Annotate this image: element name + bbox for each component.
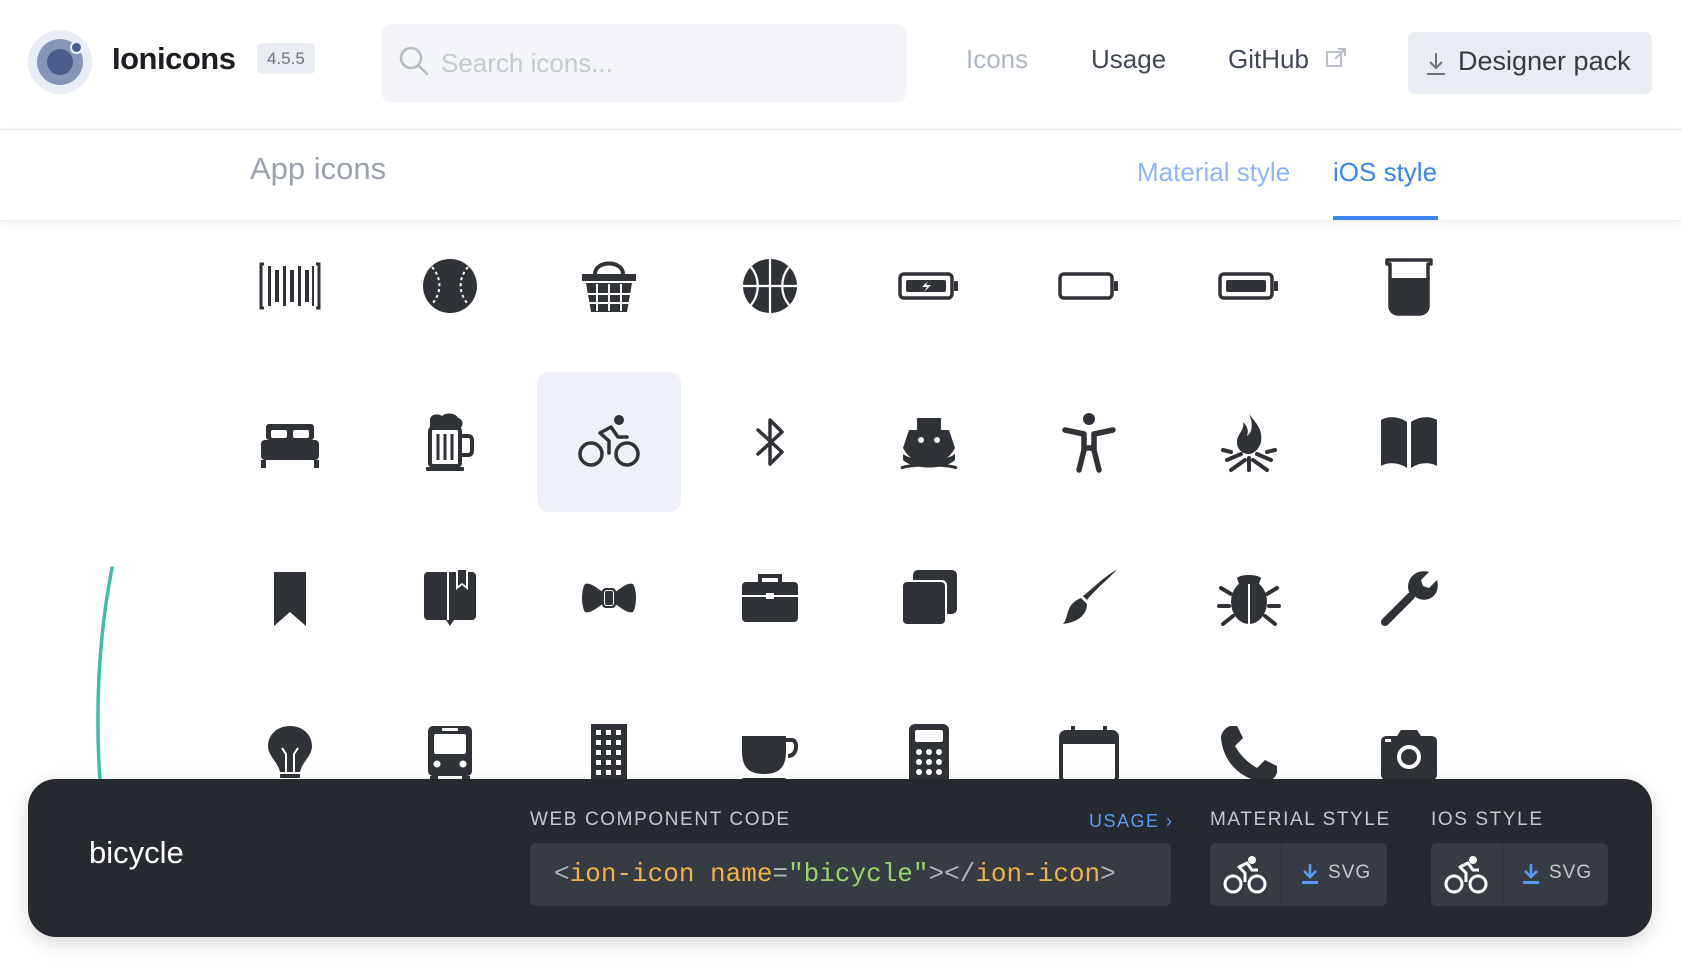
designer-pack-button[interactable]: Designer pack	[1408, 32, 1652, 94]
material-svg-download-button[interactable]: SVG	[1281, 843, 1387, 906]
top-header: Ionicons 4.5.5 Search icons... Icons Usa…	[0, 0, 1682, 130]
battery-charging-icon	[898, 272, 958, 300]
battery-full-icon	[1218, 272, 1278, 300]
bookmarks-icon	[424, 570, 476, 626]
basket-icon	[582, 261, 636, 312]
search-input[interactable]: Search icons...	[381, 24, 907, 102]
grid-cell-barcode[interactable]	[218, 216, 362, 356]
barcode-icon	[259, 262, 321, 310]
boat-icon	[900, 418, 958, 470]
beaker-icon	[1385, 258, 1433, 316]
code-mid: ></	[928, 859, 976, 889]
section-title: App icons	[250, 151, 387, 186]
usage-link[interactable]: USAGE ›	[1089, 811, 1174, 832]
bluetooth-icon	[756, 418, 784, 466]
code-attr: name	[710, 859, 773, 889]
ios-icon-button[interactable]	[1431, 843, 1502, 906]
grid-cell-bug[interactable]	[1177, 528, 1321, 668]
grid-cell-bookmarks[interactable]	[378, 528, 522, 668]
call-icon	[1221, 726, 1277, 782]
tab-ios-style[interactable]: iOS style	[1333, 157, 1437, 188]
grid-cell-build[interactable]	[1337, 528, 1481, 668]
brand-name[interactable]: Ionicons	[112, 41, 236, 77]
material-style-caption: MATERIAL STYLE	[1210, 809, 1391, 830]
nav-github-link[interactable]: GitHub	[1228, 44, 1309, 75]
grid-cell-book[interactable]	[1337, 372, 1481, 512]
book-icon	[1381, 417, 1437, 468]
code-eq: =	[772, 859, 789, 889]
external-link-icon	[1326, 48, 1346, 67]
designer-pack-label: Designer pack	[1458, 46, 1631, 76]
code-close: >	[1100, 859, 1116, 889]
code-caption: WEB COMPONENT CODE	[530, 809, 791, 830]
grid-cell-briefcase[interactable]	[698, 528, 842, 668]
ionicons-logo-icon[interactable]	[28, 30, 92, 94]
version-badge: 4.5.5	[257, 43, 315, 74]
grid-cell-bowtie[interactable]	[537, 528, 681, 668]
battery-dead-icon	[1058, 272, 1118, 300]
grid-cell-brush[interactable]	[1017, 528, 1161, 668]
nav-usage-link[interactable]: Usage	[1091, 44, 1166, 75]
cafe-icon	[742, 736, 799, 782]
grid-cell-basketball[interactable]	[698, 216, 842, 356]
brush-icon	[1063, 570, 1117, 624]
section-header: App icons Material style iOS style	[0, 130, 1682, 221]
download-icon	[1302, 864, 1318, 884]
business-icon	[591, 724, 627, 784]
code-open: <	[554, 859, 570, 889]
calculator-icon	[909, 724, 949, 784]
code-close-tag: ion-icon	[975, 859, 1101, 889]
beer-icon	[426, 413, 474, 471]
bug-icon	[1217, 575, 1281, 626]
grid-cell-boat[interactable]	[857, 372, 1001, 512]
grid-cell-battery-full[interactable]	[1177, 216, 1321, 356]
bowtie-icon	[582, 583, 636, 613]
download-icon	[1523, 864, 1539, 884]
grid-cell-basket[interactable]	[537, 216, 681, 356]
bicycle-icon	[1223, 856, 1267, 894]
svg-label: SVG	[1549, 862, 1593, 883]
grid-cell-beer[interactable]	[378, 372, 522, 512]
ios-style-caption: IOS STYLE	[1431, 809, 1544, 830]
bonfire-icon	[1221, 414, 1277, 472]
tab-material-style[interactable]: Material style	[1137, 157, 1290, 188]
bus-icon	[428, 726, 472, 782]
grid-cell-bookmark[interactable]	[218, 528, 362, 668]
code-snippet[interactable]: <ion-icon name="bicycle"></ion-icon>	[530, 843, 1171, 906]
grid-cell-bicycle[interactable]	[537, 372, 681, 512]
body-icon	[1062, 413, 1116, 473]
search-placeholder: Search icons...	[441, 48, 613, 78]
grid-cell-browsers[interactable]	[857, 528, 1001, 668]
bookmark-icon	[274, 572, 306, 626]
code-value: "bicycle"	[788, 859, 929, 889]
nav-icons-link[interactable]: Icons	[966, 44, 1028, 75]
grid-cell-bed[interactable]	[218, 372, 362, 512]
search-icon	[399, 46, 429, 76]
calendar-icon	[1059, 726, 1119, 784]
bicycle-icon	[1444, 856, 1488, 894]
browsers-icon	[901, 570, 957, 626]
grid-cell-bluetooth[interactable]	[698, 372, 842, 512]
grid-cell-baseball[interactable]	[378, 216, 522, 356]
grid-cell-beaker[interactable]	[1337, 216, 1481, 356]
selected-icon-name: bicycle	[89, 835, 184, 870]
build-icon	[1381, 571, 1438, 626]
baseball-icon	[423, 259, 477, 313]
camera-icon	[1381, 730, 1437, 780]
basketball-icon	[743, 259, 797, 313]
bulb-icon	[268, 726, 312, 784]
briefcase-icon	[742, 574, 798, 622]
grid-cell-battery-dead[interactable]	[1017, 216, 1161, 356]
icon-detail-panel: bicycle WEB COMPONENT CODE USAGE › <ion-…	[28, 779, 1652, 937]
ios-svg-download-button[interactable]: SVG	[1502, 843, 1608, 906]
svg-label: SVG	[1328, 862, 1372, 883]
grid-cell-battery-charging[interactable]	[857, 216, 1001, 356]
download-icon	[1427, 53, 1445, 75]
grid-cell-bonfire[interactable]	[1177, 372, 1321, 512]
bed-icon	[261, 424, 319, 468]
code-tag: ion-icon	[569, 859, 695, 889]
material-icon-button[interactable]	[1210, 843, 1281, 906]
grid-cell-body[interactable]	[1017, 372, 1161, 512]
bicycle-icon	[578, 415, 640, 467]
